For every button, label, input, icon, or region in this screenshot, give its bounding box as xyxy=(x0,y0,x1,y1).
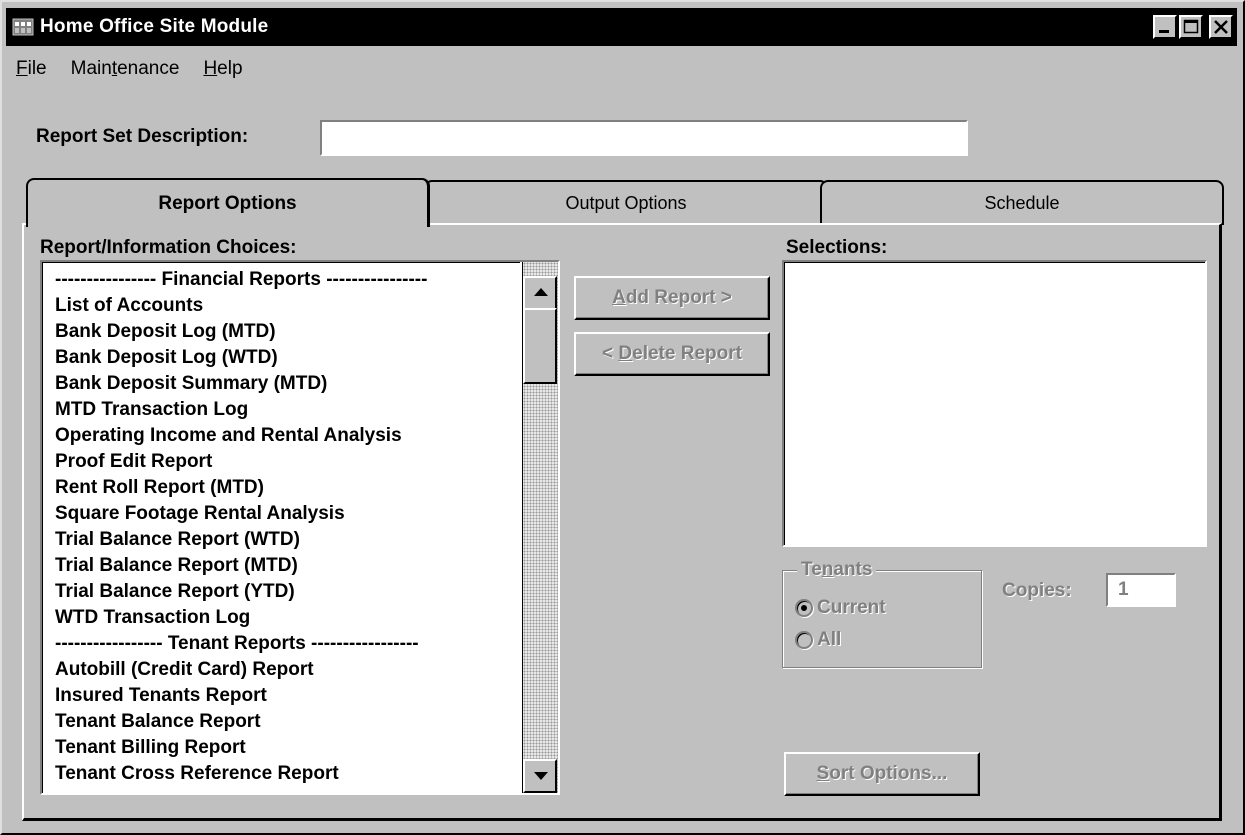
title-bar[interactable]: Home Office Site Module xyxy=(6,8,1237,46)
scroll-thumb[interactable] xyxy=(523,308,557,384)
copies-label: Copies: xyxy=(1002,580,1072,601)
delete-report-button[interactable]: < Delete Report xyxy=(574,332,770,376)
app-icon[interactable] xyxy=(12,17,34,37)
list-item[interactable]: ---------------- Financial Reports -----… xyxy=(55,267,520,293)
report-choices-listbox[interactable]: ---------------- Financial Reports -----… xyxy=(40,260,560,795)
add-report-label: dd Report > xyxy=(625,287,732,308)
selections-label: Selections: xyxy=(786,237,888,258)
menu-maintenance[interactable]: Maintenance xyxy=(69,54,182,86)
app-window: Home Office Site Module File Maintenance… xyxy=(0,0,1245,835)
radio-all-label: All xyxy=(817,629,842,650)
tab-output-options[interactable]: Output Options xyxy=(424,180,828,225)
window-controls xyxy=(1153,15,1233,39)
window-title: Home Office Site Module xyxy=(40,16,269,37)
list-item[interactable]: Bank Deposit Summary (MTD) xyxy=(55,371,520,397)
list-item[interactable]: Square Footage Rental Analysis xyxy=(55,501,520,527)
radio-all-indicator[interactable] xyxy=(795,631,813,649)
report-choices-list-area: ---------------- Financial Reports -----… xyxy=(42,262,520,793)
sort-options-button[interactable]: Sort Options... xyxy=(784,752,980,796)
menu-help-mnemonic: H xyxy=(203,58,218,79)
list-item[interactable]: Insured Tenants Report xyxy=(55,683,520,709)
close-icon xyxy=(1214,20,1228,34)
maximize-button[interactable] xyxy=(1179,15,1203,39)
tenants-legend: Tenants xyxy=(797,559,877,581)
add-report-button[interactable]: Add Report > xyxy=(574,276,770,320)
menu-file[interactable]: File xyxy=(14,54,49,86)
add-report-mnemonic: A xyxy=(612,287,626,308)
delete-report-mnemonic: D xyxy=(618,343,633,364)
list-item[interactable]: Trial Balance Report (YTD) xyxy=(55,579,520,605)
tenants-legend-suffix: ants xyxy=(833,559,873,580)
list-item[interactable]: WTD Transaction Log xyxy=(55,605,520,631)
report-set-description-label: Report Set Description: xyxy=(36,126,249,147)
tab-schedule[interactable]: Schedule xyxy=(820,180,1224,225)
choices-label: Report/Information Choices: xyxy=(40,237,297,258)
list-item[interactable]: Bank Deposit Log (MTD) xyxy=(55,319,520,345)
radio-current-label: Current xyxy=(817,597,886,618)
list-item[interactable]: Trial Balance Report (WTD) xyxy=(55,527,520,553)
sort-options-label: ort Options... xyxy=(829,763,948,784)
selections-listbox[interactable] xyxy=(782,260,1207,547)
list-item[interactable]: Trial Balance Report (MTD) xyxy=(55,553,520,579)
list-item[interactable]: ----------------- Tenant Reports -------… xyxy=(55,631,520,657)
tenants-legend-mnemonic: n xyxy=(821,559,834,580)
report-set-description-input[interactable] xyxy=(320,120,968,156)
close-button[interactable] xyxy=(1209,15,1233,39)
arrow-down-icon xyxy=(534,772,548,780)
choices-scrollbar[interactable] xyxy=(522,262,558,793)
tenants-legend-prefix: Te xyxy=(801,559,822,580)
list-item[interactable]: Autobill (Credit Card) Report xyxy=(55,657,520,683)
list-item[interactable]: Tenant Cross Reference Report xyxy=(55,761,520,787)
list-item[interactable]: MTD Transaction Log xyxy=(55,397,520,423)
minimize-icon xyxy=(1159,30,1169,33)
selections-list-area xyxy=(784,262,1205,545)
list-item[interactable]: Tenant Balance Report xyxy=(55,709,520,735)
copies-input[interactable] xyxy=(1106,573,1176,607)
list-item[interactable]: Tenant Billing Report xyxy=(55,735,520,761)
arrow-up-icon xyxy=(534,288,548,296)
minimize-button[interactable] xyxy=(1153,15,1177,39)
scroll-up-button[interactable] xyxy=(523,276,557,310)
maximize-icon xyxy=(1183,19,1199,34)
radio-current[interactable]: Current xyxy=(795,597,886,619)
menu-help[interactable]: Help xyxy=(201,54,244,86)
tab-report-options[interactable]: Report Options xyxy=(26,178,430,227)
radio-all[interactable]: All xyxy=(795,629,841,651)
menu-maintenance-mnemonic: t xyxy=(111,58,118,79)
scroll-down-button[interactable] xyxy=(523,759,557,793)
delete-report-prefix: < xyxy=(602,343,619,364)
menu-file-mnemonic: F xyxy=(16,58,28,79)
list-item[interactable]: Proof Edit Report xyxy=(55,449,520,475)
delete-report-label: elete Report xyxy=(632,343,742,364)
list-item[interactable]: List of Accounts xyxy=(55,293,520,319)
tenants-groupbox: Tenants Current All xyxy=(782,559,982,668)
list-item[interactable]: Bank Deposit Log (WTD) xyxy=(55,345,520,371)
report-choices-list: ---------------- Financial Reports -----… xyxy=(43,263,520,787)
sort-options-mnemonic: S xyxy=(816,763,830,784)
menu-bar: File Maintenance Help xyxy=(14,54,245,86)
list-item[interactable]: Rent Roll Report (MTD) xyxy=(55,475,520,501)
radio-current-indicator[interactable] xyxy=(795,599,813,617)
list-item[interactable]: Operating Income and Rental Analysis xyxy=(55,423,520,449)
